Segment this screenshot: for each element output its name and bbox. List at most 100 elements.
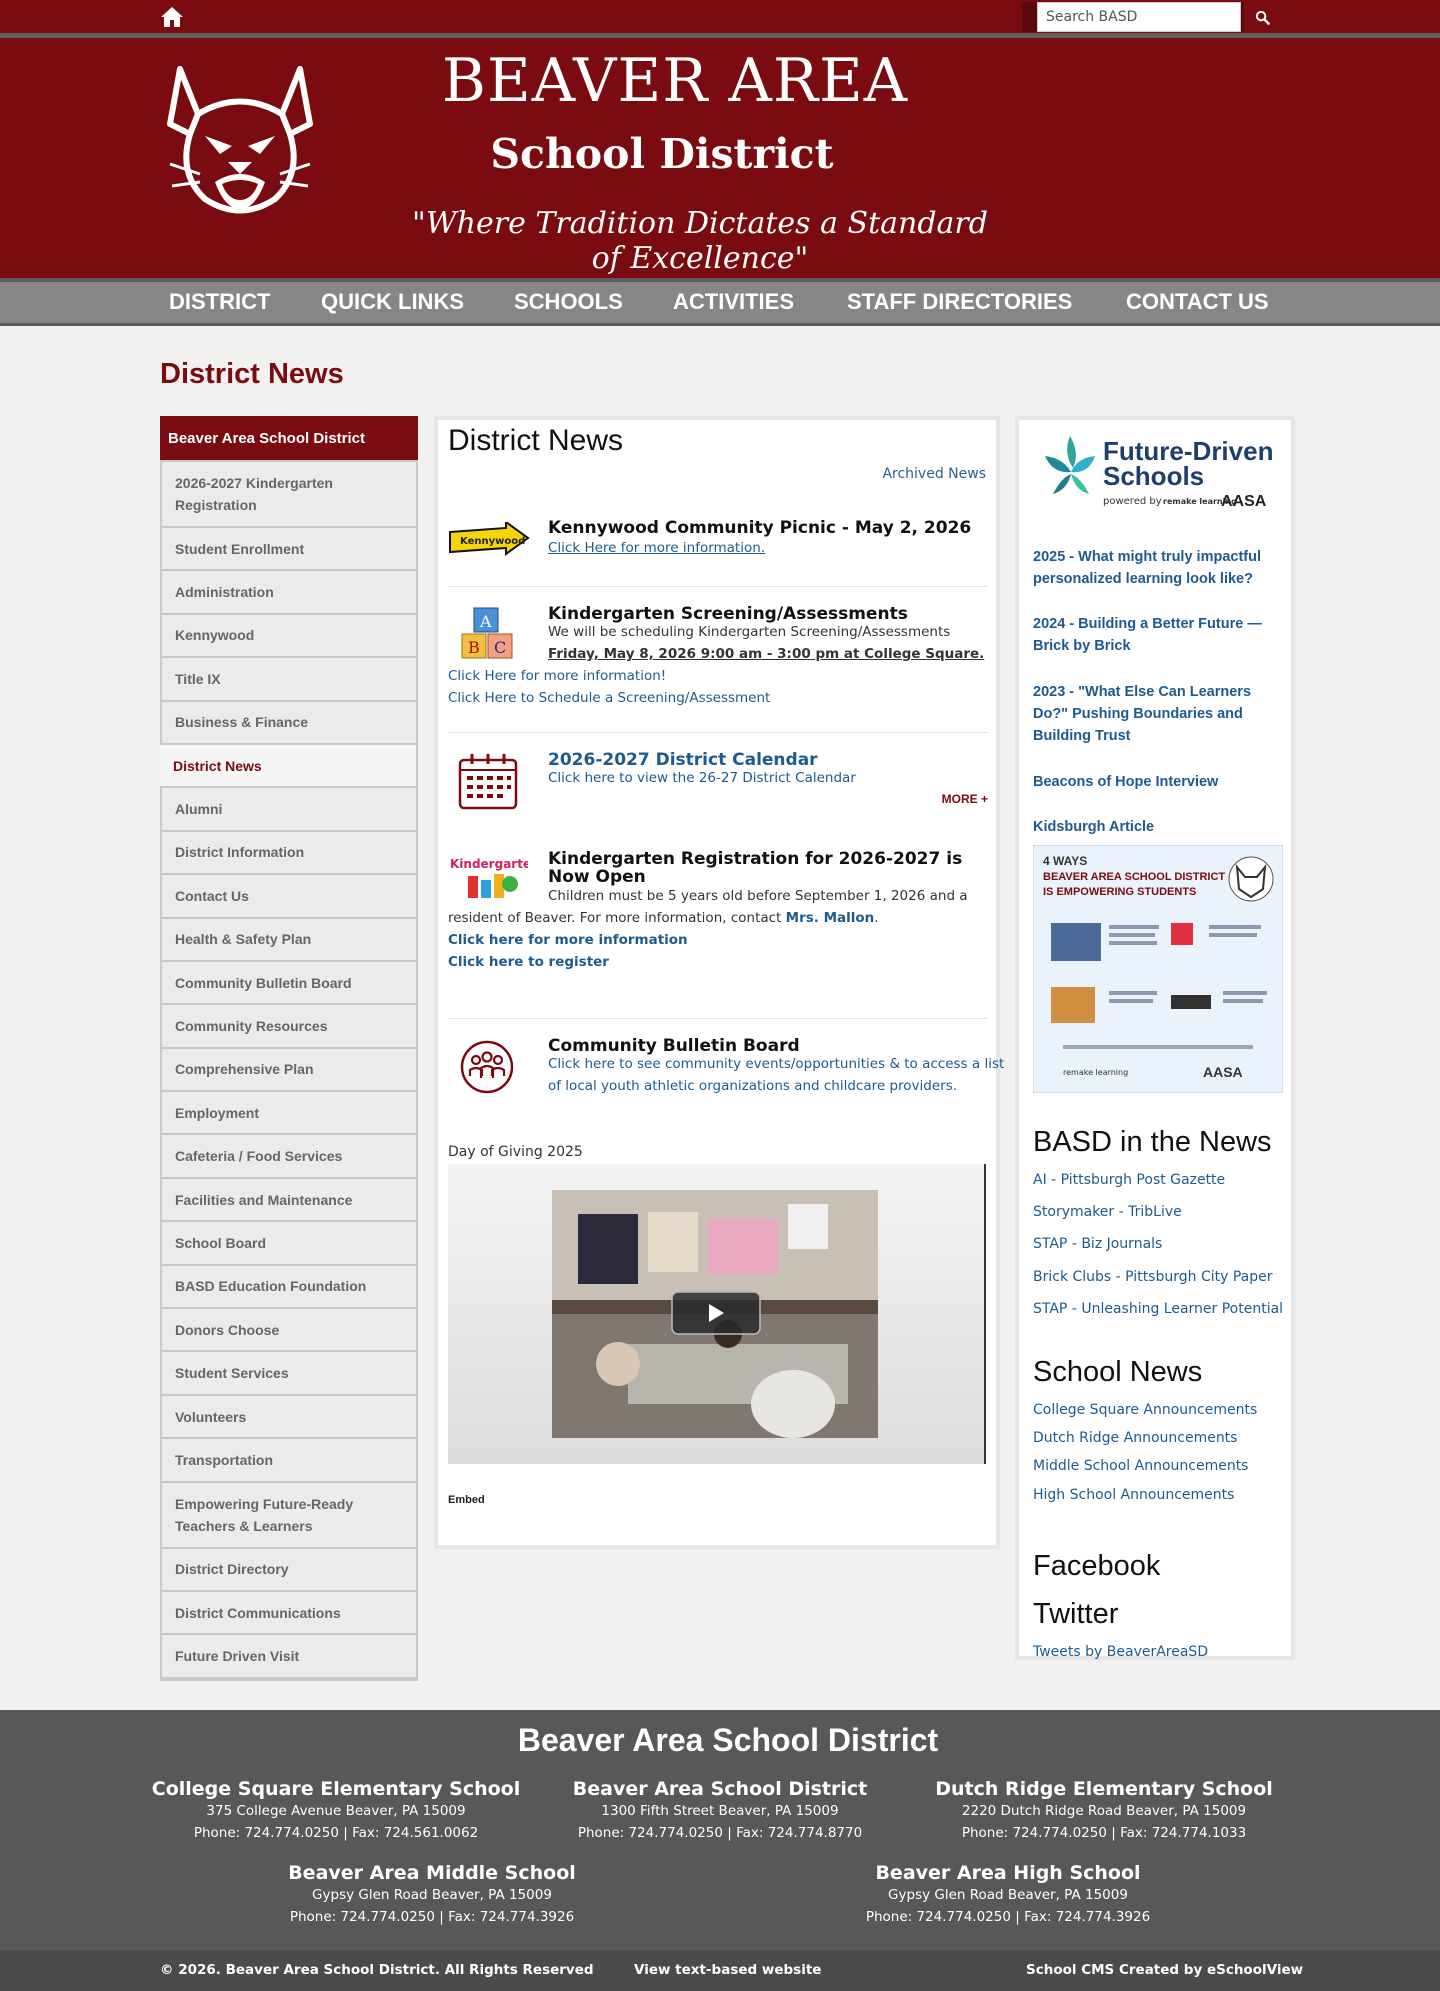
svg-text:A: A bbox=[479, 612, 492, 631]
nav-quick-links[interactable]: QUICK LINKS bbox=[321, 289, 464, 315]
nav-contact-us[interactable]: CONTACT US bbox=[1126, 289, 1269, 315]
news-schedule-link[interactable]: Click Here to Schedule a Screening/Asses… bbox=[448, 690, 770, 706]
sidebar-item-community-resources[interactable]: Community Resources bbox=[162, 1005, 416, 1049]
news-text: Children must be 5 years old before Sept… bbox=[548, 888, 968, 904]
news-more-info-link[interactable]: Click Here for more information! bbox=[448, 668, 666, 684]
sidebar-heading[interactable]: Beaver Area School District bbox=[160, 416, 418, 460]
sidebar-item-transportation[interactable]: Transportation bbox=[162, 1439, 416, 1483]
future-driven-link-2023[interactable]: 2023 - "What Else Can Learners Do?" Push… bbox=[1033, 681, 1288, 747]
nav-district[interactable]: DISTRICT bbox=[169, 289, 270, 315]
news-title[interactable]: Kennywood Community Picnic - May 2, 2026 bbox=[548, 518, 971, 538]
news-link-triblive[interactable]: Storymaker - TribLive bbox=[1033, 1204, 1182, 1220]
news-link[interactable]: Click here to view the 26-27 District Ca… bbox=[548, 770, 856, 786]
sidebar-item-school-board[interactable]: School Board bbox=[162, 1222, 416, 1266]
sidebar-item-student-enrollment[interactable]: Student Enrollment bbox=[162, 528, 416, 572]
svg-text:powered by: powered by bbox=[1103, 496, 1162, 507]
school-address: 1300 Fifth Street Beaver, PA 15009 bbox=[601, 1803, 839, 1819]
school-news-middle-school[interactable]: Middle School Announcements bbox=[1033, 1458, 1248, 1474]
sidebar-item-employment[interactable]: Employment bbox=[162, 1092, 416, 1136]
news-link-biz-journals[interactable]: STAP - Biz Journals bbox=[1033, 1236, 1162, 1252]
school-address: 375 College Avenue Beaver, PA 15009 bbox=[206, 1803, 466, 1819]
sidebar-item-kennywood[interactable]: Kennywood bbox=[162, 614, 416, 659]
sidebar-item-cafeteria[interactable]: Cafeteria / Food Services bbox=[162, 1135, 416, 1179]
school-name: Dutch Ridge Elementary School bbox=[935, 1778, 1273, 1800]
svg-text:4 WAYS: 4 WAYS bbox=[1043, 854, 1087, 868]
sidebar-item-business-finance[interactable]: Business & Finance bbox=[162, 701, 416, 745]
future-driven-link-2025[interactable]: 2025 - What might truly impactful person… bbox=[1033, 546, 1288, 590]
school-news-college-square[interactable]: College Square Announcements bbox=[1033, 1402, 1257, 1418]
sidebar-item-district-news[interactable]: District News bbox=[160, 744, 416, 789]
sidebar-item-education-foundation[interactable]: BASD Education Foundation bbox=[162, 1265, 416, 1310]
cms-credit-link[interactable]: School CMS Created by eSchoolView bbox=[1026, 1962, 1303, 1978]
news-link[interactable]: Click here to see community events/oppor… bbox=[548, 1056, 1004, 1072]
sidebar-item-comprehensive-plan[interactable]: Comprehensive Plan bbox=[162, 1048, 416, 1093]
bottom-bar: © 2026. Beaver Area School District. All… bbox=[0, 1950, 1440, 1991]
school-news-high-school[interactable]: High School Announcements bbox=[1033, 1487, 1234, 1503]
news-date: Friday, May 8, 2026 9:00 am - 3:00 pm at… bbox=[548, 646, 985, 662]
main-nav: DISTRICT QUICK LINKS SCHOOLS ACTIVITIES … bbox=[0, 278, 1440, 326]
nav-staff-directories[interactable]: STAFF DIRECTORIES bbox=[847, 289, 1072, 315]
news-title[interactable]: Kindergarten Registration for 2026-2027 … bbox=[548, 850, 968, 886]
sidebar-item-district-communications[interactable]: District Communications bbox=[162, 1591, 416, 1636]
sidebar-item-facilities[interactable]: Facilities and Maintenance bbox=[162, 1178, 416, 1223]
bobcat-mascot-logo[interactable] bbox=[160, 64, 320, 219]
search-button[interactable] bbox=[1244, 2, 1280, 32]
community-people-icon bbox=[460, 1040, 514, 1094]
sidebar-item-district-directory[interactable]: District Directory bbox=[162, 1548, 416, 1592]
district-motto: "Where Tradition Dictates a Standard of … bbox=[412, 206, 988, 276]
empowering-students-poster[interactable]: 4 WAYS BEAVER AREA SCHOOL DISTRICT IS EM… bbox=[1033, 845, 1283, 1093]
footer-school: Dutch Ridge Elementary School 2220 Dutch… bbox=[894, 1778, 1314, 1844]
sidebar-item-student-services[interactable]: Student Services bbox=[162, 1352, 416, 1396]
news-link-learner-potential[interactable]: STAP - Unleashing Learner Potential bbox=[1033, 1301, 1283, 1317]
news-title[interactable]: 2026-2027 District Calendar bbox=[548, 750, 818, 770]
news-register-link[interactable]: Click here to register bbox=[448, 954, 609, 970]
sidebar-item-district-information[interactable]: District Information bbox=[162, 831, 416, 876]
search-icon bbox=[1255, 10, 1270, 25]
tweets-link[interactable]: Tweets by BeaverAreaSD bbox=[1033, 1644, 1208, 1660]
nav-schools[interactable]: SCHOOLS bbox=[514, 289, 623, 315]
news-link-post-gazette[interactable]: AI - Pittsburgh Post Gazette bbox=[1033, 1172, 1225, 1188]
news-link[interactable]: Click Here for more information. bbox=[548, 540, 765, 556]
sidebar-item-community-bulletin[interactable]: Community Bulletin Board bbox=[162, 961, 416, 1006]
more-button[interactable]: MORE + bbox=[942, 792, 988, 806]
contact-link[interactable]: Mrs. Mallon bbox=[786, 910, 875, 926]
sidebar-item-future-driven-visit[interactable]: Future Driven Visit bbox=[162, 1635, 416, 1679]
beacons-of-hope-link[interactable]: Beacons of Hope Interview bbox=[1033, 771, 1288, 793]
sidebar-item-health-safety[interactable]: Health & Safety Plan bbox=[162, 918, 416, 962]
kidsburgh-link[interactable]: Kidsburgh Article bbox=[1033, 816, 1288, 838]
school-address: 2220 Dutch Ridge Road Beaver, PA 15009 bbox=[961, 1803, 1247, 1819]
video-player[interactable] bbox=[448, 1164, 986, 1464]
news-title[interactable]: Kindergarten Screening/Assessments bbox=[548, 604, 908, 624]
school-address: Gypsy Glen Road Beaver, PA 15009 bbox=[888, 1887, 1128, 1903]
footer-title: Beaver Area School District bbox=[517, 1722, 939, 1758]
future-driven-schools-logo[interactable]: Future-Driven Schools powered by remake … bbox=[1035, 428, 1285, 516]
news-item-kindergarten-registration: Kindergarten! Kindergarten Registration … bbox=[448, 850, 988, 980]
svg-text:BEAVER AREA SCHOOL DISTRICT: BEAVER AREA SCHOOL DISTRICT bbox=[1043, 871, 1225, 883]
text-based-website-link[interactable]: View text-based website bbox=[634, 1962, 821, 1978]
future-driven-link-2024[interactable]: 2024 - Building a Better Future — Brick … bbox=[1033, 613, 1288, 657]
sidebar-item-alumni[interactable]: Alumni bbox=[162, 788, 416, 832]
sidebar-item-administration[interactable]: Administration bbox=[162, 571, 416, 615]
home-icon[interactable] bbox=[160, 6, 184, 28]
school-news-dutch-ridge[interactable]: Dutch Ridge Announcements bbox=[1033, 1430, 1237, 1446]
site-header: BEAVER AREA School District "Where Tradi… bbox=[0, 33, 1440, 278]
sidebar-item-title-ix[interactable]: Title IX bbox=[162, 658, 416, 702]
news-more-info-link[interactable]: Click here for more information bbox=[448, 932, 688, 948]
sidebar-item-donors-choose[interactable]: Donors Choose bbox=[162, 1309, 416, 1353]
page-title: District News bbox=[160, 358, 344, 390]
search-input[interactable] bbox=[1037, 2, 1241, 32]
nav-activities[interactable]: ACTIVITIES bbox=[673, 289, 794, 315]
sidebar-item-volunteers[interactable]: Volunteers bbox=[162, 1395, 416, 1440]
news-link[interactable]: of local youth athletic organizations an… bbox=[548, 1078, 957, 1094]
news-title[interactable]: Community Bulletin Board bbox=[548, 1036, 800, 1056]
sidebar-item-contact-us[interactable]: Contact Us bbox=[162, 875, 416, 919]
calendar-icon bbox=[458, 754, 518, 810]
embed-link[interactable]: Embed bbox=[448, 1494, 485, 1506]
svg-text:AASA: AASA bbox=[1203, 1064, 1243, 1080]
footer-school: Beaver Area Middle School Gypsy Glen Roa… bbox=[222, 1862, 642, 1928]
school-name: College Square Elementary School bbox=[151, 1778, 521, 1800]
sidebar-item-kindergarten-registration[interactable]: 2026-2027 Kindergarten Registration bbox=[162, 462, 416, 528]
news-link-city-paper[interactable]: Brick Clubs - Pittsburgh City Paper bbox=[1033, 1269, 1273, 1285]
archived-news-link[interactable]: Archived News bbox=[882, 466, 986, 482]
sidebar-item-empowering[interactable]: Empowering Future-Ready Teachers & Learn… bbox=[162, 1482, 416, 1549]
